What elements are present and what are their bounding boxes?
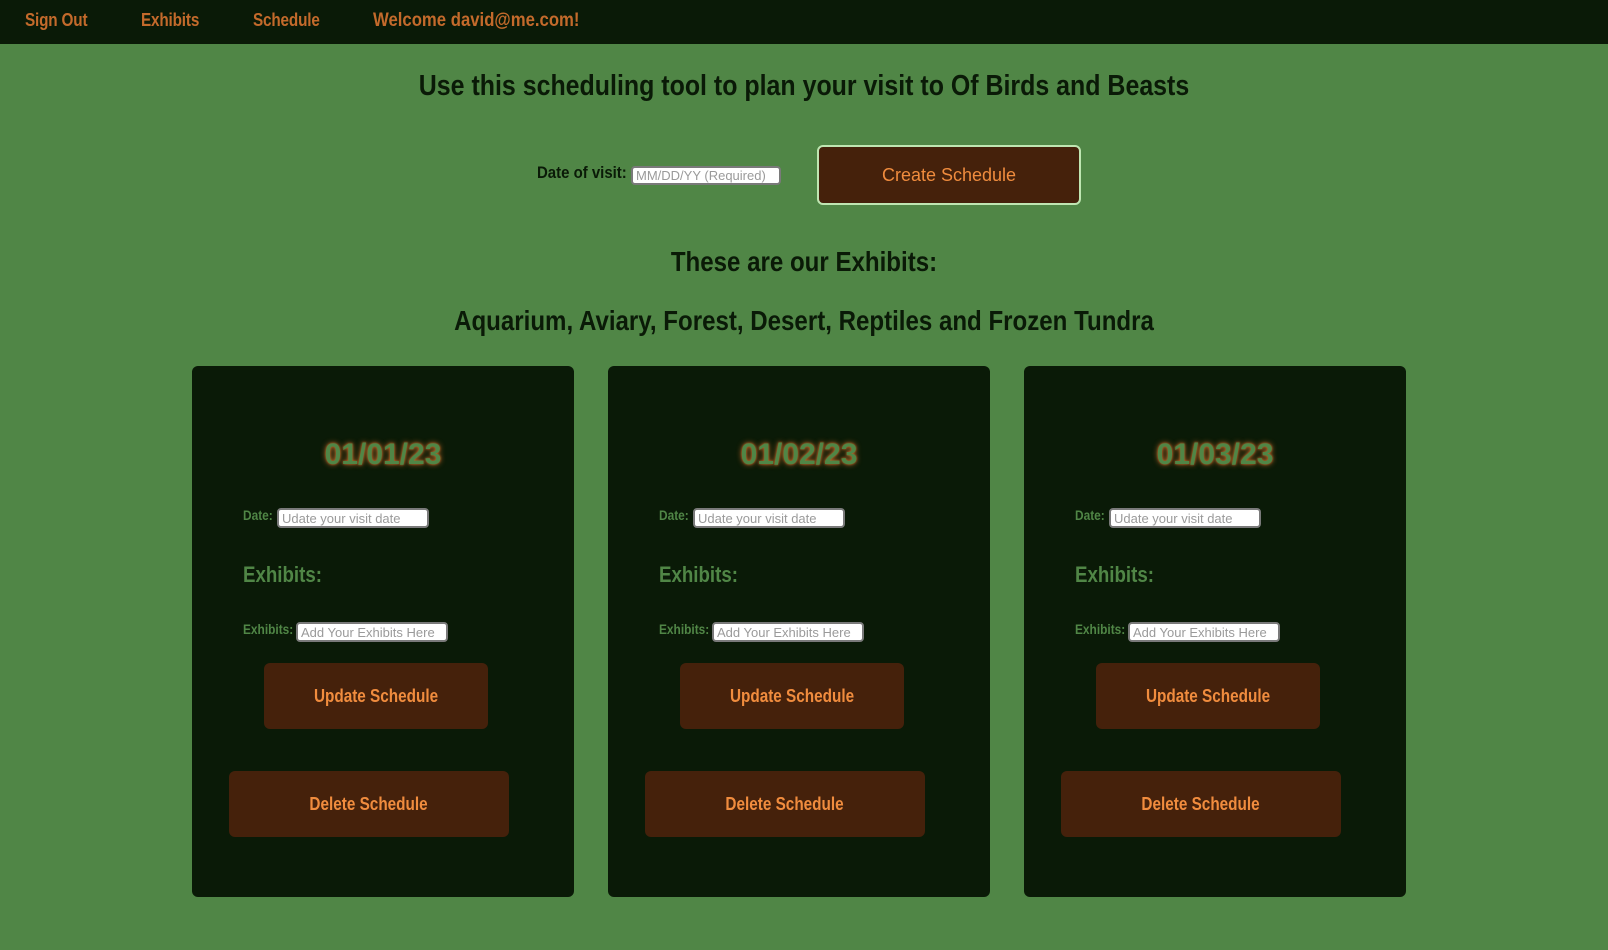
- update-schedule-label: Update Schedule: [1145, 685, 1271, 706]
- delete-schedule-button[interactable]: Delete Schedule: [229, 771, 509, 837]
- nav-schedule-link[interactable]: Schedule: [253, 10, 320, 31]
- update-schedule-button[interactable]: Update Schedule: [1096, 663, 1320, 729]
- exhibits-heading: These are our Exhibits:: [670, 246, 938, 277]
- update-schedule-label: Update Schedule: [729, 685, 855, 706]
- nav-exhibits-link[interactable]: Exhibits: [141, 10, 199, 31]
- top-navbar: Sign Out Exhibits Schedule Welcome david…: [0, 0, 1608, 44]
- schedule-date-title: 01/01/23: [324, 438, 442, 471]
- delete-schedule-button[interactable]: Delete Schedule: [1061, 771, 1341, 837]
- update-schedule-label: Update Schedule: [313, 685, 439, 706]
- create-schedule-button[interactable]: Create Schedule: [817, 145, 1081, 205]
- schedule-card: 01/01/23 Date: Exhibits: Exhibits: Updat…: [192, 366, 574, 897]
- delete-schedule-label: Delete Schedule: [725, 793, 845, 814]
- exhibits-input[interactable]: [296, 622, 448, 642]
- date-field-label: Date:: [659, 507, 689, 523]
- exhibits-input[interactable]: [712, 622, 864, 642]
- exhibits-section-heading: Exhibits:: [1075, 562, 1154, 587]
- delete-schedule-label: Delete Schedule: [1141, 793, 1261, 814]
- exhibits-list: Aquarium, Aviary, Forest, Desert, Reptil…: [454, 305, 1154, 336]
- schedule-date-title: 01/03/23: [1156, 438, 1274, 471]
- delete-schedule-button[interactable]: Delete Schedule: [645, 771, 925, 837]
- delete-schedule-label: Delete Schedule: [309, 793, 429, 814]
- schedule-card: 01/03/23 Date: Exhibits: Exhibits: Updat…: [1024, 366, 1406, 897]
- exhibits-input[interactable]: [1128, 622, 1280, 642]
- nav-sign-out-link[interactable]: Sign Out: [25, 10, 88, 31]
- update-date-input[interactable]: [1109, 508, 1261, 528]
- exhibits-section-heading: Exhibits:: [243, 562, 322, 587]
- welcome-message: Welcome david@me.com!: [373, 10, 580, 31]
- exhibits-field-label: Exhibits:: [1075, 621, 1126, 637]
- schedule-card: 01/02/23 Date: Exhibits: Exhibits: Updat…: [608, 366, 990, 897]
- schedule-date-title: 01/02/23: [740, 438, 858, 471]
- visit-date-label: Date of visit:: [537, 163, 627, 182]
- date-field-label: Date:: [243, 507, 273, 523]
- exhibits-section-heading: Exhibits:: [659, 562, 738, 587]
- update-date-input[interactable]: [693, 508, 845, 528]
- update-schedule-button[interactable]: Update Schedule: [680, 663, 904, 729]
- exhibits-field-label: Exhibits:: [243, 621, 294, 637]
- visit-date-input[interactable]: [631, 166, 781, 185]
- update-date-input[interactable]: [277, 508, 429, 528]
- page-title: Use this scheduling tool to plan your vi…: [418, 70, 1190, 102]
- update-schedule-button[interactable]: Update Schedule: [264, 663, 488, 729]
- exhibits-field-label: Exhibits:: [659, 621, 710, 637]
- date-field-label: Date:: [1075, 507, 1105, 523]
